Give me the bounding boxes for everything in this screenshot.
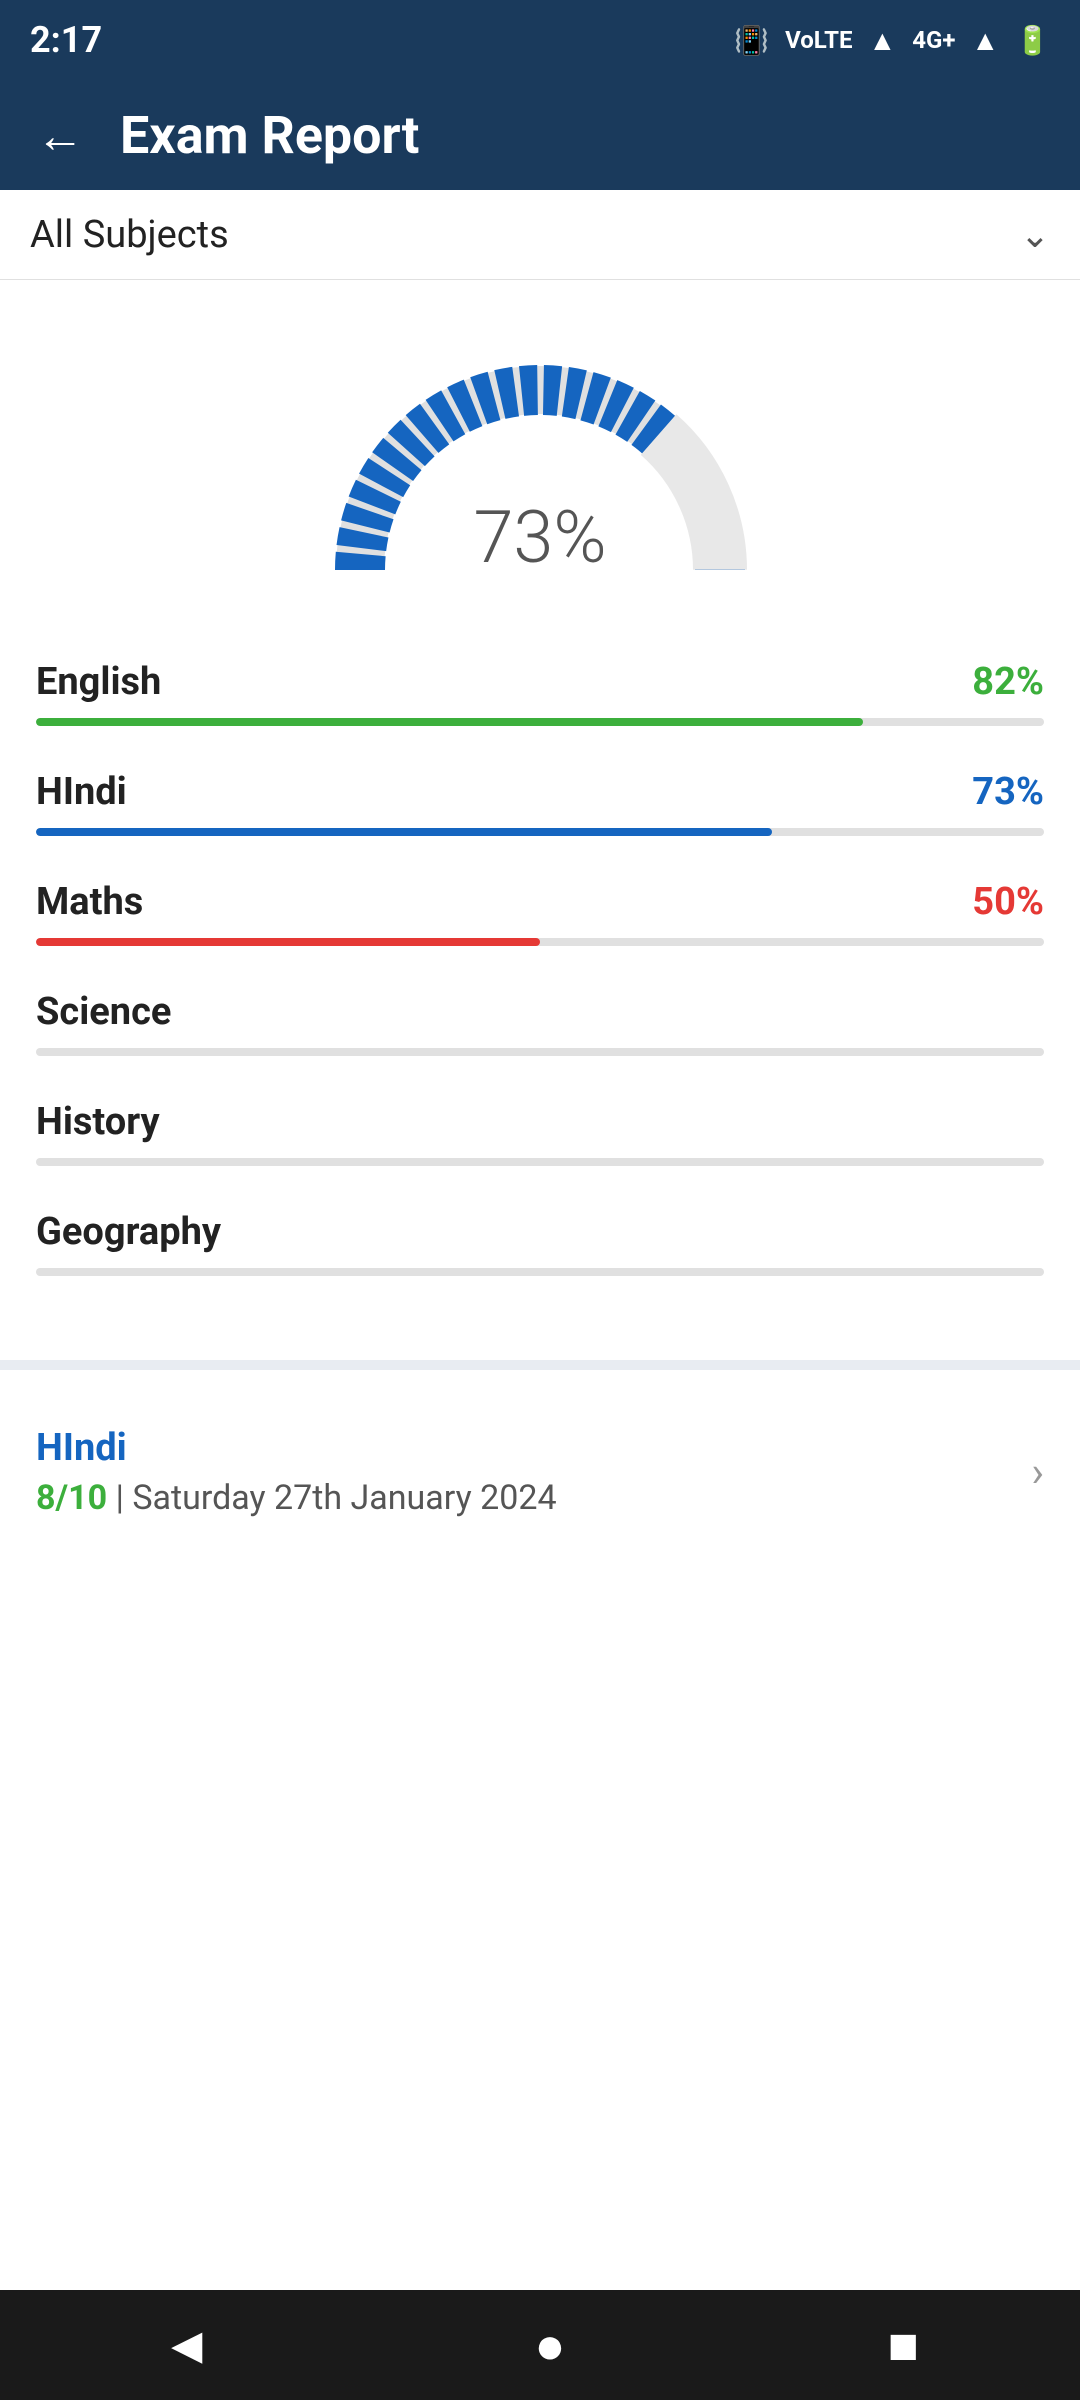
subject-name-geography: Geography <box>36 1210 221 1254</box>
subject-item-geography: Geography <box>36 1210 1044 1276</box>
app-header: ← Exam Report <box>0 80 1080 190</box>
nav-recents-icon[interactable]: ■ <box>888 2315 919 2376</box>
exam-entry-meta: 8/10 | Saturday 27th January 2024 <box>36 1478 557 1518</box>
progress-bar-fill-maths <box>36 938 540 946</box>
subject-name-history: History <box>36 1100 160 1144</box>
subject-item-maths: Maths 50% <box>36 880 1044 946</box>
gauge-section: 73% <box>0 280 1080 640</box>
progress-bar-bg-history <box>36 1158 1044 1166</box>
subject-row-maths: Maths 50% <box>36 880 1044 924</box>
vibrate-icon: 📳 <box>734 24 769 57</box>
status-icons: 📳 VoLTE ▲ 4G+ ▲ 🔋 <box>734 24 1050 57</box>
volte-icon: VoLTE <box>785 26 852 54</box>
subject-score-maths: 50% <box>972 880 1044 924</box>
subject-row-english: English 82% <box>36 660 1044 704</box>
progress-bar-fill-english <box>36 718 863 726</box>
exam-entry-score: 8/10 <box>36 1478 107 1518</box>
subject-item-science: Science <box>36 990 1044 1056</box>
subject-row-science: Science <box>36 990 1044 1034</box>
subject-row-history: History <box>36 1100 1044 1144</box>
nav-back-icon[interactable]: ◄ <box>161 2315 212 2376</box>
exam-entry-title: HIndi <box>36 1426 557 1470</box>
subject-score-hindi: 73% <box>972 770 1044 814</box>
exam-chevron-right-icon: › <box>1031 1448 1044 1497</box>
signal-icon: ▲ <box>971 24 999 57</box>
progress-bar-bg-science <box>36 1048 1044 1056</box>
status-time: 2:17 <box>30 19 102 61</box>
page-title: Exam Report <box>120 105 419 166</box>
section-divider <box>0 1360 1080 1370</box>
subject-item-hindi: HIndi 73% <box>36 770 1044 836</box>
gauge-chart: 73% <box>310 340 770 600</box>
progress-bar-bg-geography <box>36 1268 1044 1276</box>
exam-entry-separator: | <box>116 1478 133 1518</box>
subject-name-hindi: HIndi <box>36 770 127 814</box>
subject-dropdown[interactable]: All Subjects ⌄ <box>0 190 1080 280</box>
battery-icon: 🔋 <box>1015 24 1050 57</box>
subject-name-english: English <box>36 660 161 704</box>
subject-dropdown-label: All Subjects <box>30 213 229 257</box>
subject-item-english: English 82% <box>36 660 1044 726</box>
progress-bar-bg-english <box>36 718 1044 726</box>
network-icon: 4G+ <box>912 26 955 54</box>
exam-entry-content: HIndi 8/10 | Saturday 27th January 2024 <box>36 1426 557 1518</box>
subject-row-geography: Geography <box>36 1210 1044 1254</box>
gauge-percent: 73% <box>473 495 606 580</box>
subject-name-science: Science <box>36 990 171 1034</box>
subject-item-history: History <box>36 1100 1044 1166</box>
subject-score-english: 82% <box>972 660 1044 704</box>
subject-row-hindi: HIndi 73% <box>36 770 1044 814</box>
subject-name-maths: Maths <box>36 880 143 924</box>
wifi-icon: ▲ <box>868 24 896 57</box>
nav-home-icon[interactable]: ● <box>534 2315 565 2376</box>
exam-entry[interactable]: HIndi 8/10 | Saturday 27th January 2024 … <box>0 1390 1080 1554</box>
status-bar: 2:17 📳 VoLTE ▲ 4G+ ▲ 🔋 <box>0 0 1080 80</box>
exam-entry-date: Saturday 27th January 2024 <box>132 1478 556 1518</box>
progress-bar-fill-hindi <box>36 828 772 836</box>
back-button[interactable]: ← <box>36 107 84 164</box>
nav-bar: ◄ ● ■ <box>0 2290 1080 2400</box>
progress-bar-bg-hindi <box>36 828 1044 836</box>
progress-bar-bg-maths <box>36 938 1044 946</box>
chevron-down-icon: ⌄ <box>1020 214 1050 256</box>
subjects-list: English 82% HIndi 73% Maths 50% Science <box>0 640 1080 1340</box>
